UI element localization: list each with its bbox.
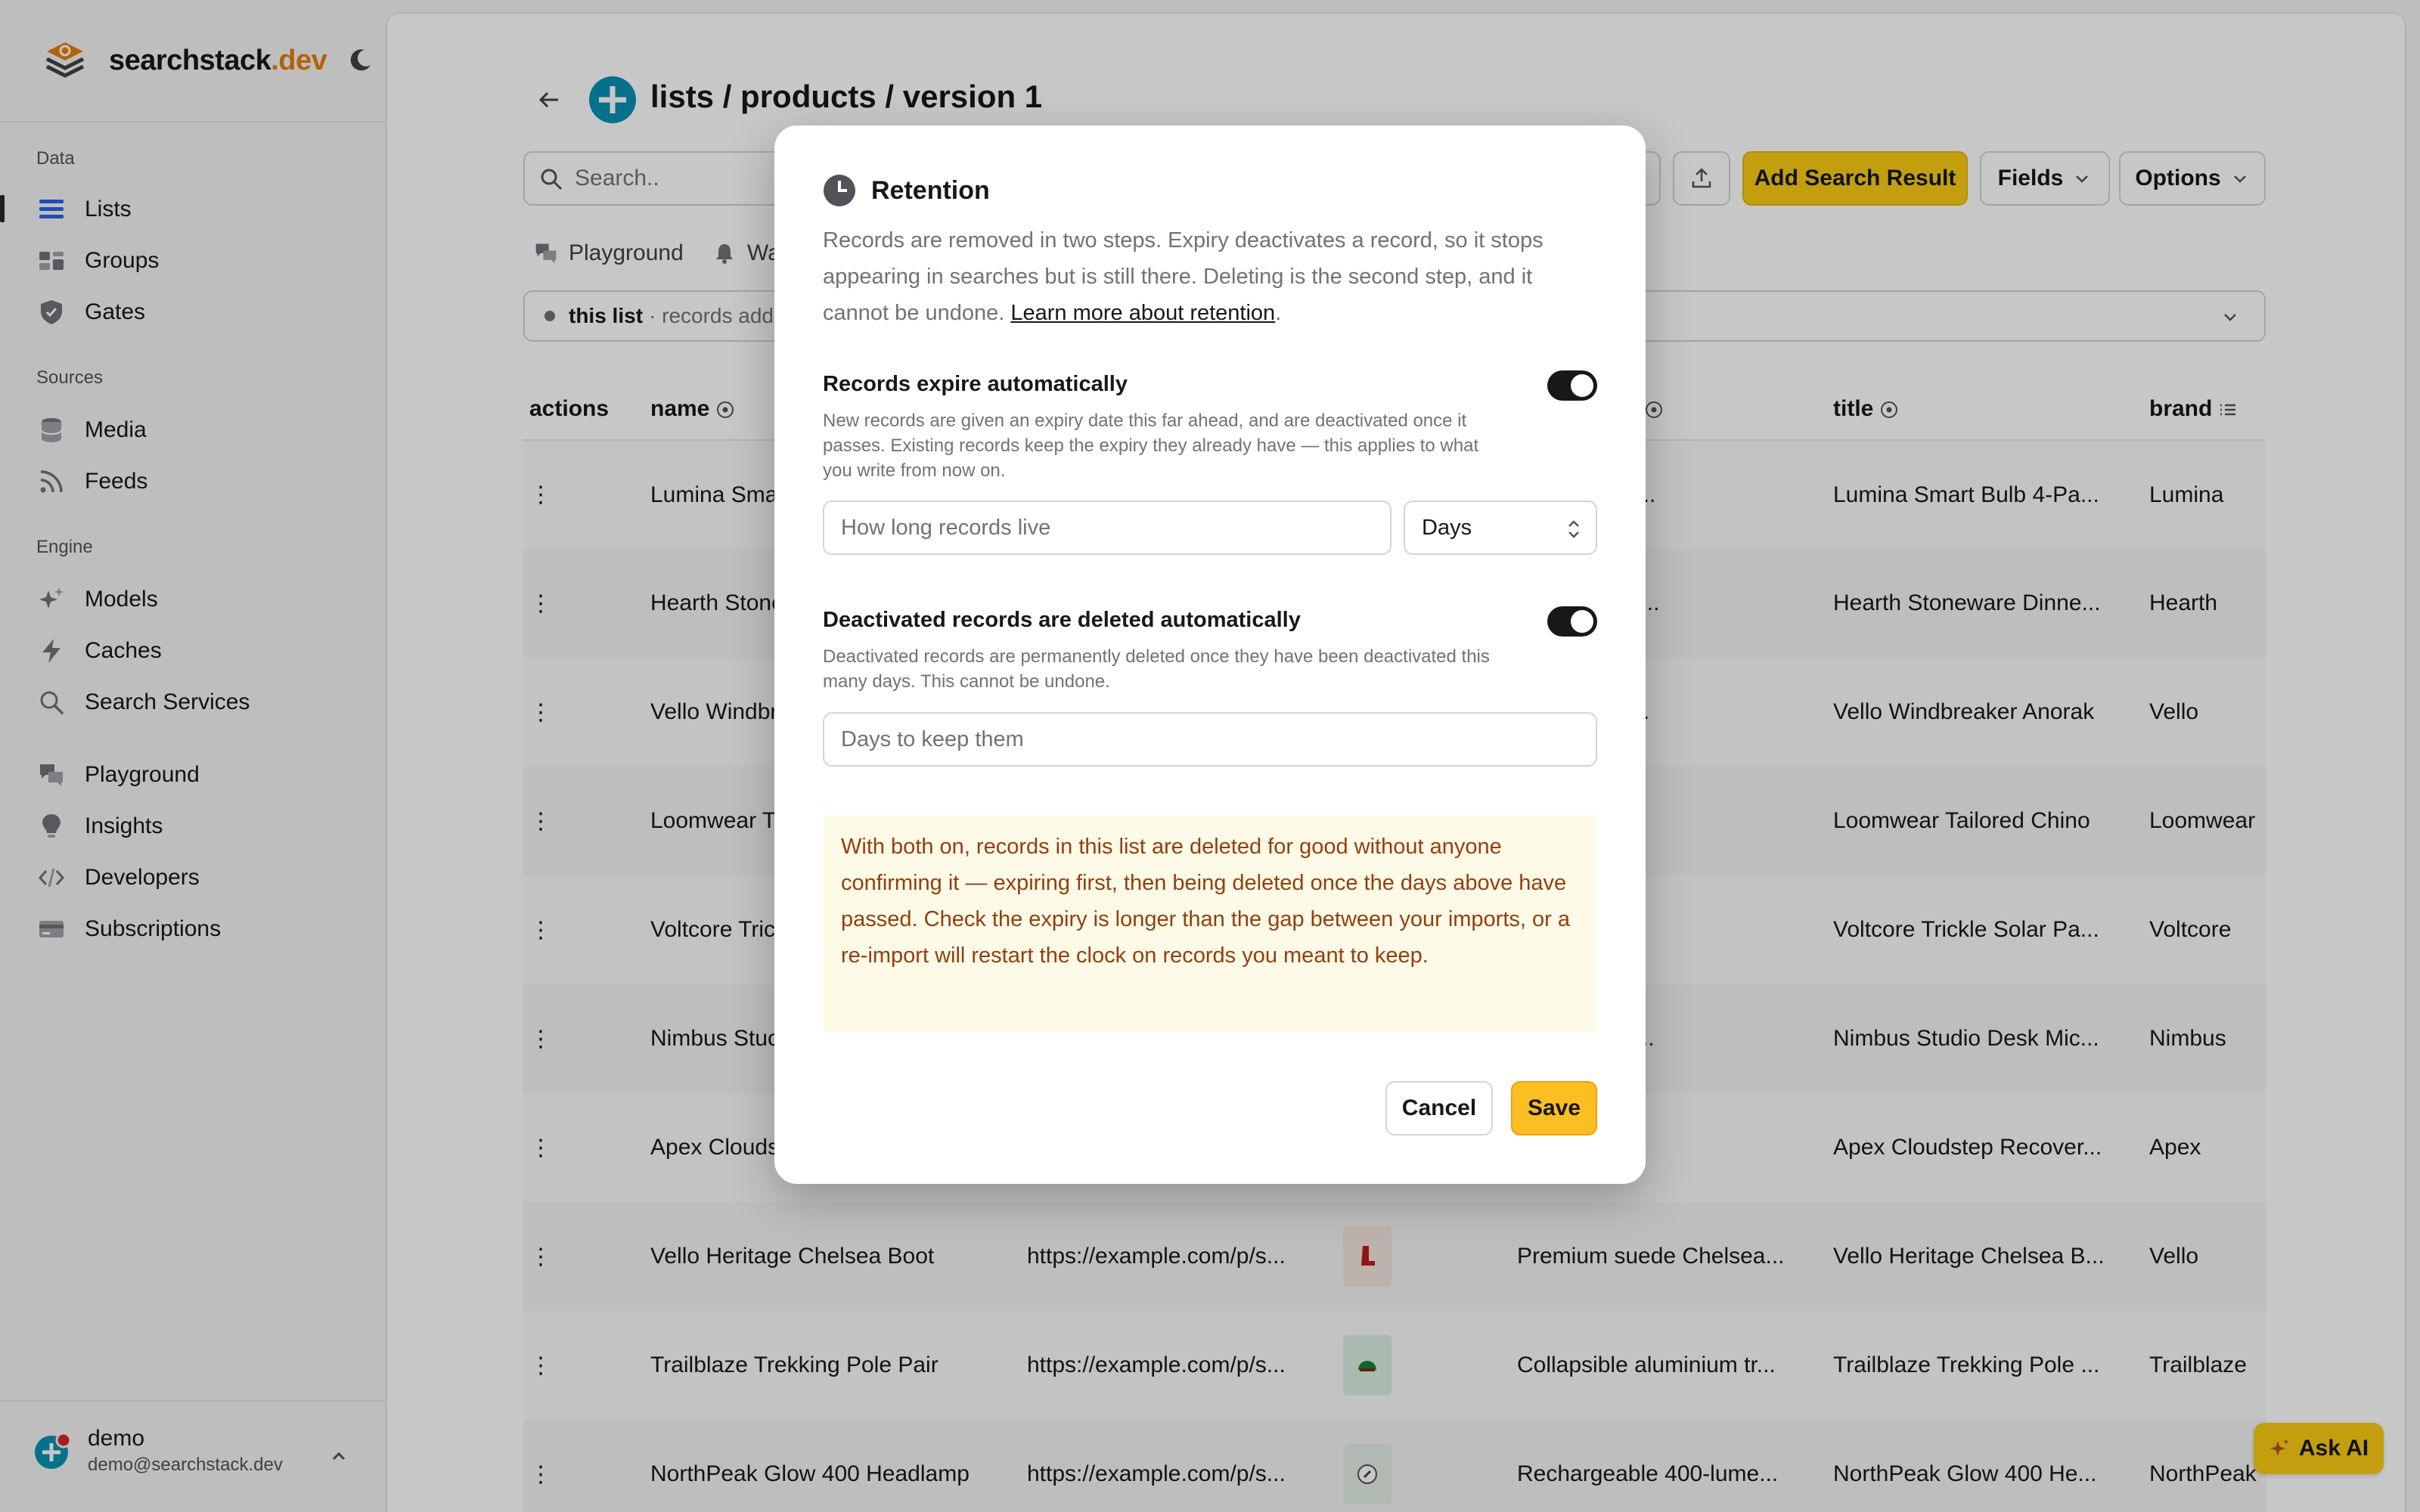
dialog-header: Retention bbox=[823, 174, 990, 207]
toggle-knob bbox=[1571, 610, 1593, 633]
toggle-knob bbox=[1571, 374, 1593, 397]
clock-icon bbox=[824, 175, 855, 206]
select-updown-icon bbox=[1568, 520, 1579, 538]
delete-help-text: Deactivated records are permanently dele… bbox=[823, 646, 1490, 692]
dialog-description: Records are removed in two steps. Expiry… bbox=[823, 228, 1544, 325]
cancel-button[interactable]: Cancel bbox=[1385, 1081, 1493, 1136]
expiry-unit-select[interactable]: Days bbox=[1404, 500, 1597, 555]
expiry-duration-input[interactable]: How long records live bbox=[823, 500, 1392, 555]
retention-dialog: Retention Records are removed in two ste… bbox=[774, 125, 1646, 1184]
days-to-keep-input[interactable]: Days to keep them bbox=[823, 712, 1597, 767]
delete-heading: Deactivated records are deleted automati… bbox=[823, 608, 1301, 632]
expire-help-text: New records are given an expiry date thi… bbox=[823, 411, 1479, 481]
days-to-keep-placeholder: Days to keep them bbox=[841, 727, 1024, 751]
expiry-duration-placeholder: How long records live bbox=[841, 515, 1051, 540]
expire-heading: Records expire automatically bbox=[823, 372, 1128, 396]
warning-callout: With both on, records in this list are d… bbox=[823, 815, 1597, 1033]
delete-toggle[interactable] bbox=[1547, 606, 1597, 637]
save-button[interactable]: Save bbox=[1511, 1081, 1597, 1136]
dialog-title: Retention bbox=[871, 175, 990, 205]
learn-more-link[interactable]: Learn more about retention bbox=[1010, 301, 1275, 325]
expiry-unit-value: Days bbox=[1422, 515, 1472, 540]
expire-toggle[interactable] bbox=[1547, 370, 1597, 401]
